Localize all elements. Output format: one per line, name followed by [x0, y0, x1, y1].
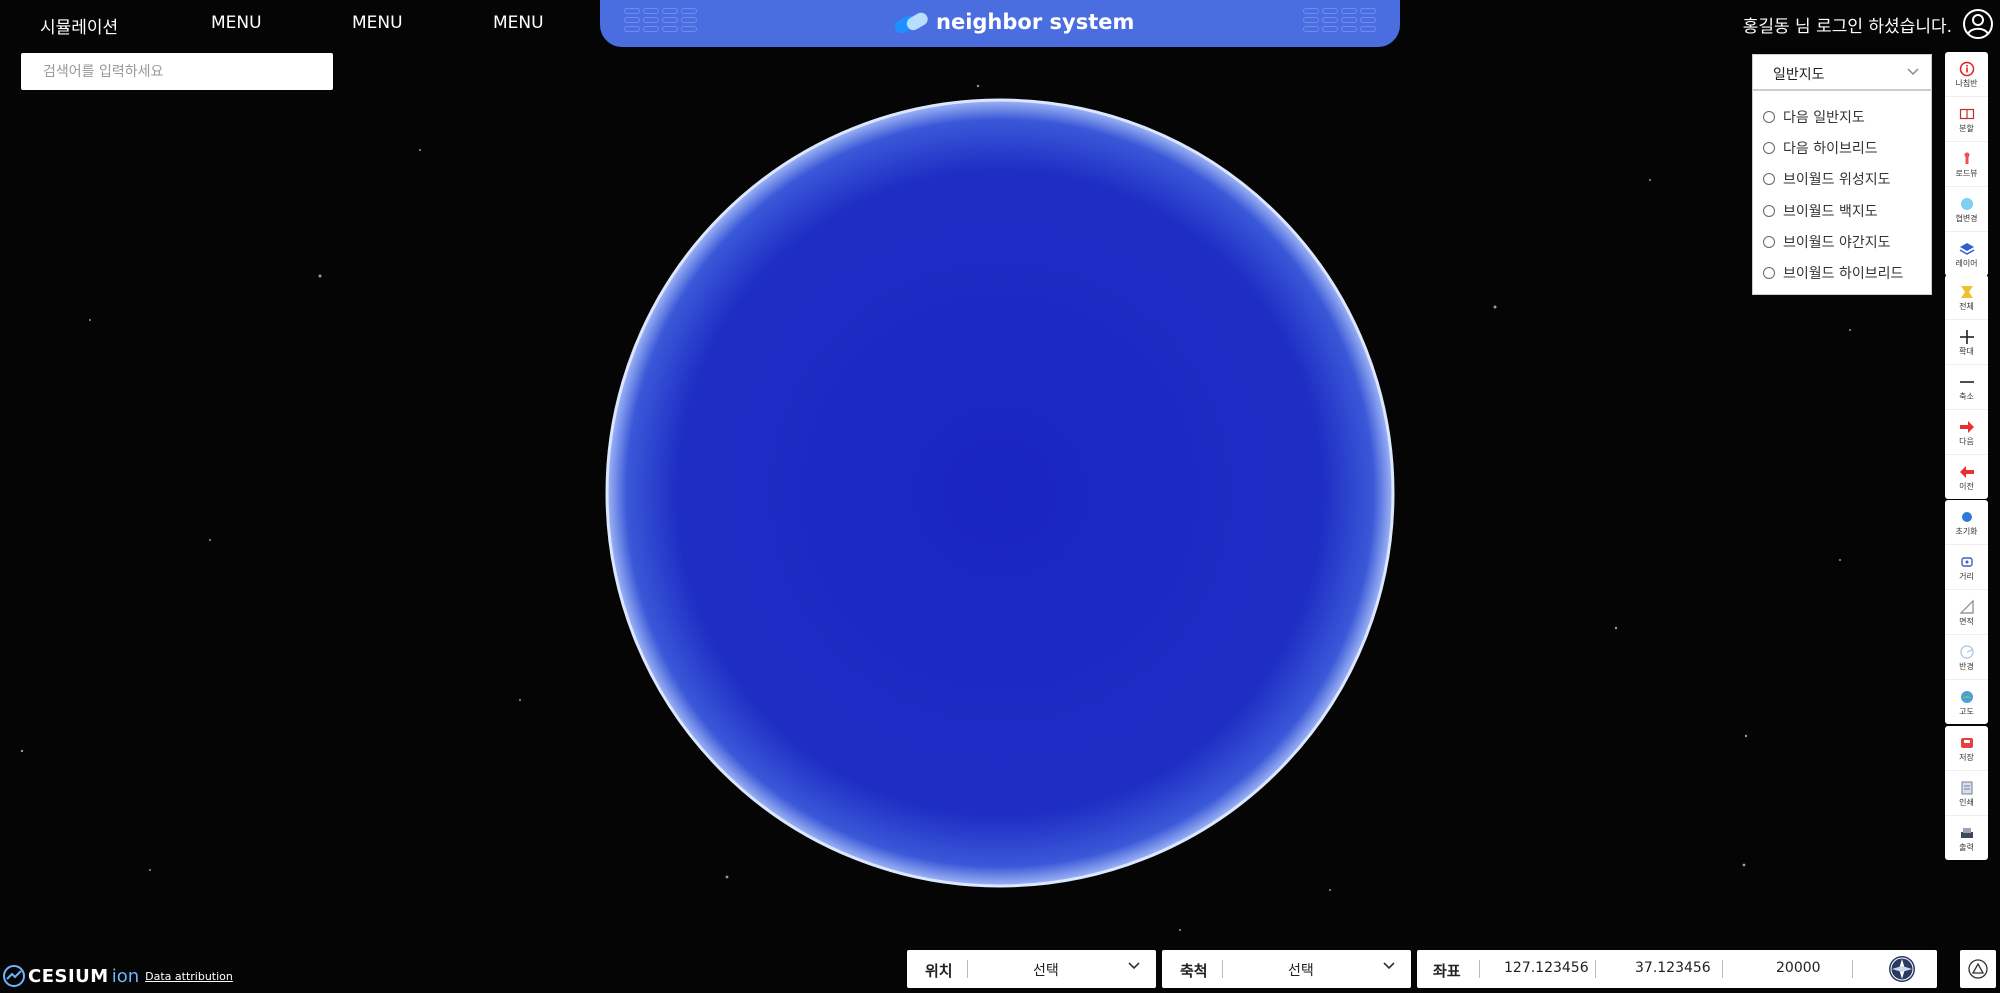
radio-icon[interactable]	[1763, 141, 1775, 154]
navigation-icon	[1968, 959, 1988, 979]
tool-zoom-out[interactable]: 축소	[1945, 365, 1988, 410]
tool-output[interactable]: 출력	[1945, 816, 1988, 860]
tool-compass[interactable]: 나침반	[1945, 52, 1988, 97]
tool-layers[interactable]: 레이어	[1945, 232, 1988, 276]
radio-icon[interactable]	[1763, 173, 1775, 186]
divider	[1479, 960, 1480, 978]
tool-previous[interactable]: 이전	[1945, 455, 1988, 499]
tool-reset[interactable]: 초기화	[1945, 500, 1988, 545]
divider	[1595, 960, 1596, 978]
zoom-out-icon	[1959, 380, 1974, 383]
tool-distance[interactable]: 거리	[1945, 545, 1988, 590]
next-icon	[1959, 420, 1974, 433]
menu-simulation[interactable]: 시뮬레이션	[40, 13, 118, 38]
toolbar-group-measure: 초기화 거리 면적 반경 고도	[1945, 500, 1988, 724]
distance-icon	[1960, 556, 1973, 567]
zoom-in-icon	[1959, 329, 1974, 344]
coordinate-label: 좌표	[1433, 962, 1461, 980]
cesium-ion-text: ion	[111, 965, 140, 987]
tool-altitude[interactable]: 고도	[1945, 680, 1988, 724]
cesium-logo-text: CESIUM	[28, 965, 109, 987]
tool-radius[interactable]: 반경	[1945, 635, 1988, 680]
split-icon	[1959, 108, 1974, 119]
roadview-icon	[1964, 152, 1969, 164]
tool-zoom-in[interactable]: 확대	[1945, 320, 1988, 365]
coordinate-y: 37.123456	[1635, 960, 1711, 976]
tool-full-extent[interactable]: 전체	[1945, 275, 1988, 320]
brand-decoration-left	[624, 8, 697, 32]
map-type-select[interactable]: 일반지도	[1752, 54, 1932, 90]
user-login-message: 홍길동 님 로그인 하셨습니다.	[1742, 17, 1952, 37]
previous-icon	[1959, 465, 1974, 478]
chevron-down-icon	[1383, 962, 1395, 970]
layers-icon	[1959, 242, 1974, 255]
map-option-daum-normal[interactable]: 다음 일반지도	[1763, 101, 1931, 132]
brand-title: neighbor system	[936, 10, 1135, 34]
toolbar-group-navigation: 전체 확대 축소 다음 이전	[1945, 275, 1988, 499]
info-icon	[1959, 61, 1974, 76]
cesium-logo-icon	[3, 965, 25, 987]
radius-icon	[1959, 644, 1974, 659]
search-input[interactable]	[21, 53, 333, 90]
coordinate-panel: 좌표 127.123456 37.123456 20000	[1417, 950, 1937, 988]
radio-icon[interactable]	[1763, 267, 1775, 280]
navigation-button[interactable]	[1960, 950, 1996, 988]
globe[interactable]	[604, 97, 1396, 889]
tool-print[interactable]: 인쇄	[1945, 771, 1988, 816]
reset-icon	[1961, 511, 1972, 522]
map-option-vworld-white[interactable]: 브이월드 백지도	[1763, 195, 1931, 226]
toolbar-group-view: 나침반 분할 로드뷰 협변경 레이어	[1945, 52, 1988, 276]
tool-next[interactable]: 다음	[1945, 410, 1988, 455]
location-label: 위치	[925, 962, 953, 980]
brand-logo-icon	[894, 12, 928, 34]
location-value: 선택	[1033, 963, 1059, 979]
scale-select[interactable]: 축척 선택	[1162, 950, 1411, 988]
map-type-selected: 일반지도	[1773, 67, 1825, 83]
tool-save[interactable]: 저장	[1945, 726, 1988, 771]
scale-value: 선택	[1288, 963, 1314, 979]
area-icon	[1959, 599, 1974, 614]
coordinate-x: 127.123456	[1504, 960, 1589, 976]
tool-roadview[interactable]: 로드뷰	[1945, 142, 1988, 187]
scale-label: 축척	[1180, 962, 1208, 980]
map-option-vworld-satellite[interactable]: 브이월드 위성지도	[1763, 164, 1931, 195]
user-avatar-icon[interactable]	[1962, 8, 1994, 40]
tool-environment[interactable]: 협변경	[1945, 187, 1988, 232]
print-icon	[1961, 781, 1972, 794]
radio-icon[interactable]	[1763, 235, 1775, 248]
brand-banner: neighbor system	[600, 0, 1400, 47]
tool-area[interactable]: 면적	[1945, 590, 1988, 635]
menu-item-2[interactable]: MENU	[352, 13, 403, 33]
map-option-vworld-night[interactable]: 브이월드 야간지도	[1763, 226, 1931, 257]
chevron-down-icon	[1907, 68, 1919, 76]
divider	[1722, 960, 1723, 978]
menu-item-1[interactable]: MENU	[211, 13, 262, 33]
top-bar: 시뮬레이션 MENU MENU MENU neighbor system 홍길동…	[0, 0, 2000, 48]
chevron-down-icon	[1128, 962, 1140, 970]
output-icon	[1960, 827, 1973, 838]
map-option-daum-hybrid[interactable]: 다음 하이브리드	[1763, 132, 1931, 163]
divider	[967, 960, 968, 978]
save-icon	[1960, 737, 1973, 748]
cesium-credit: CESIUM ion Data attribution	[3, 965, 233, 987]
divider	[1222, 960, 1223, 978]
toolbar-group-output: 저장 인쇄 출력	[1945, 726, 1988, 860]
map-option-vworld-hybrid[interactable]: 브이월드 하이브리드	[1763, 257, 1931, 288]
radio-icon[interactable]	[1763, 110, 1775, 123]
tool-split[interactable]: 분할	[1945, 97, 1988, 142]
altitude-icon	[1960, 690, 1973, 703]
coordinate-z: 20000	[1776, 960, 1821, 976]
brand-decoration-right	[1303, 8, 1376, 32]
data-attribution-link[interactable]: Data attribution	[145, 970, 233, 983]
map-type-options: 다음 일반지도 다음 하이브리드 브이월드 위성지도 브이월드 백지도 브이월드…	[1752, 90, 1932, 295]
divider	[1852, 960, 1853, 978]
compass-icon[interactable]	[1887, 954, 1917, 984]
location-select[interactable]: 위치 선택	[907, 950, 1156, 988]
fullextent-icon	[1960, 285, 1973, 298]
menu-item-3[interactable]: MENU	[493, 13, 544, 33]
radio-icon[interactable]	[1763, 204, 1775, 217]
environment-icon	[1960, 197, 1973, 210]
